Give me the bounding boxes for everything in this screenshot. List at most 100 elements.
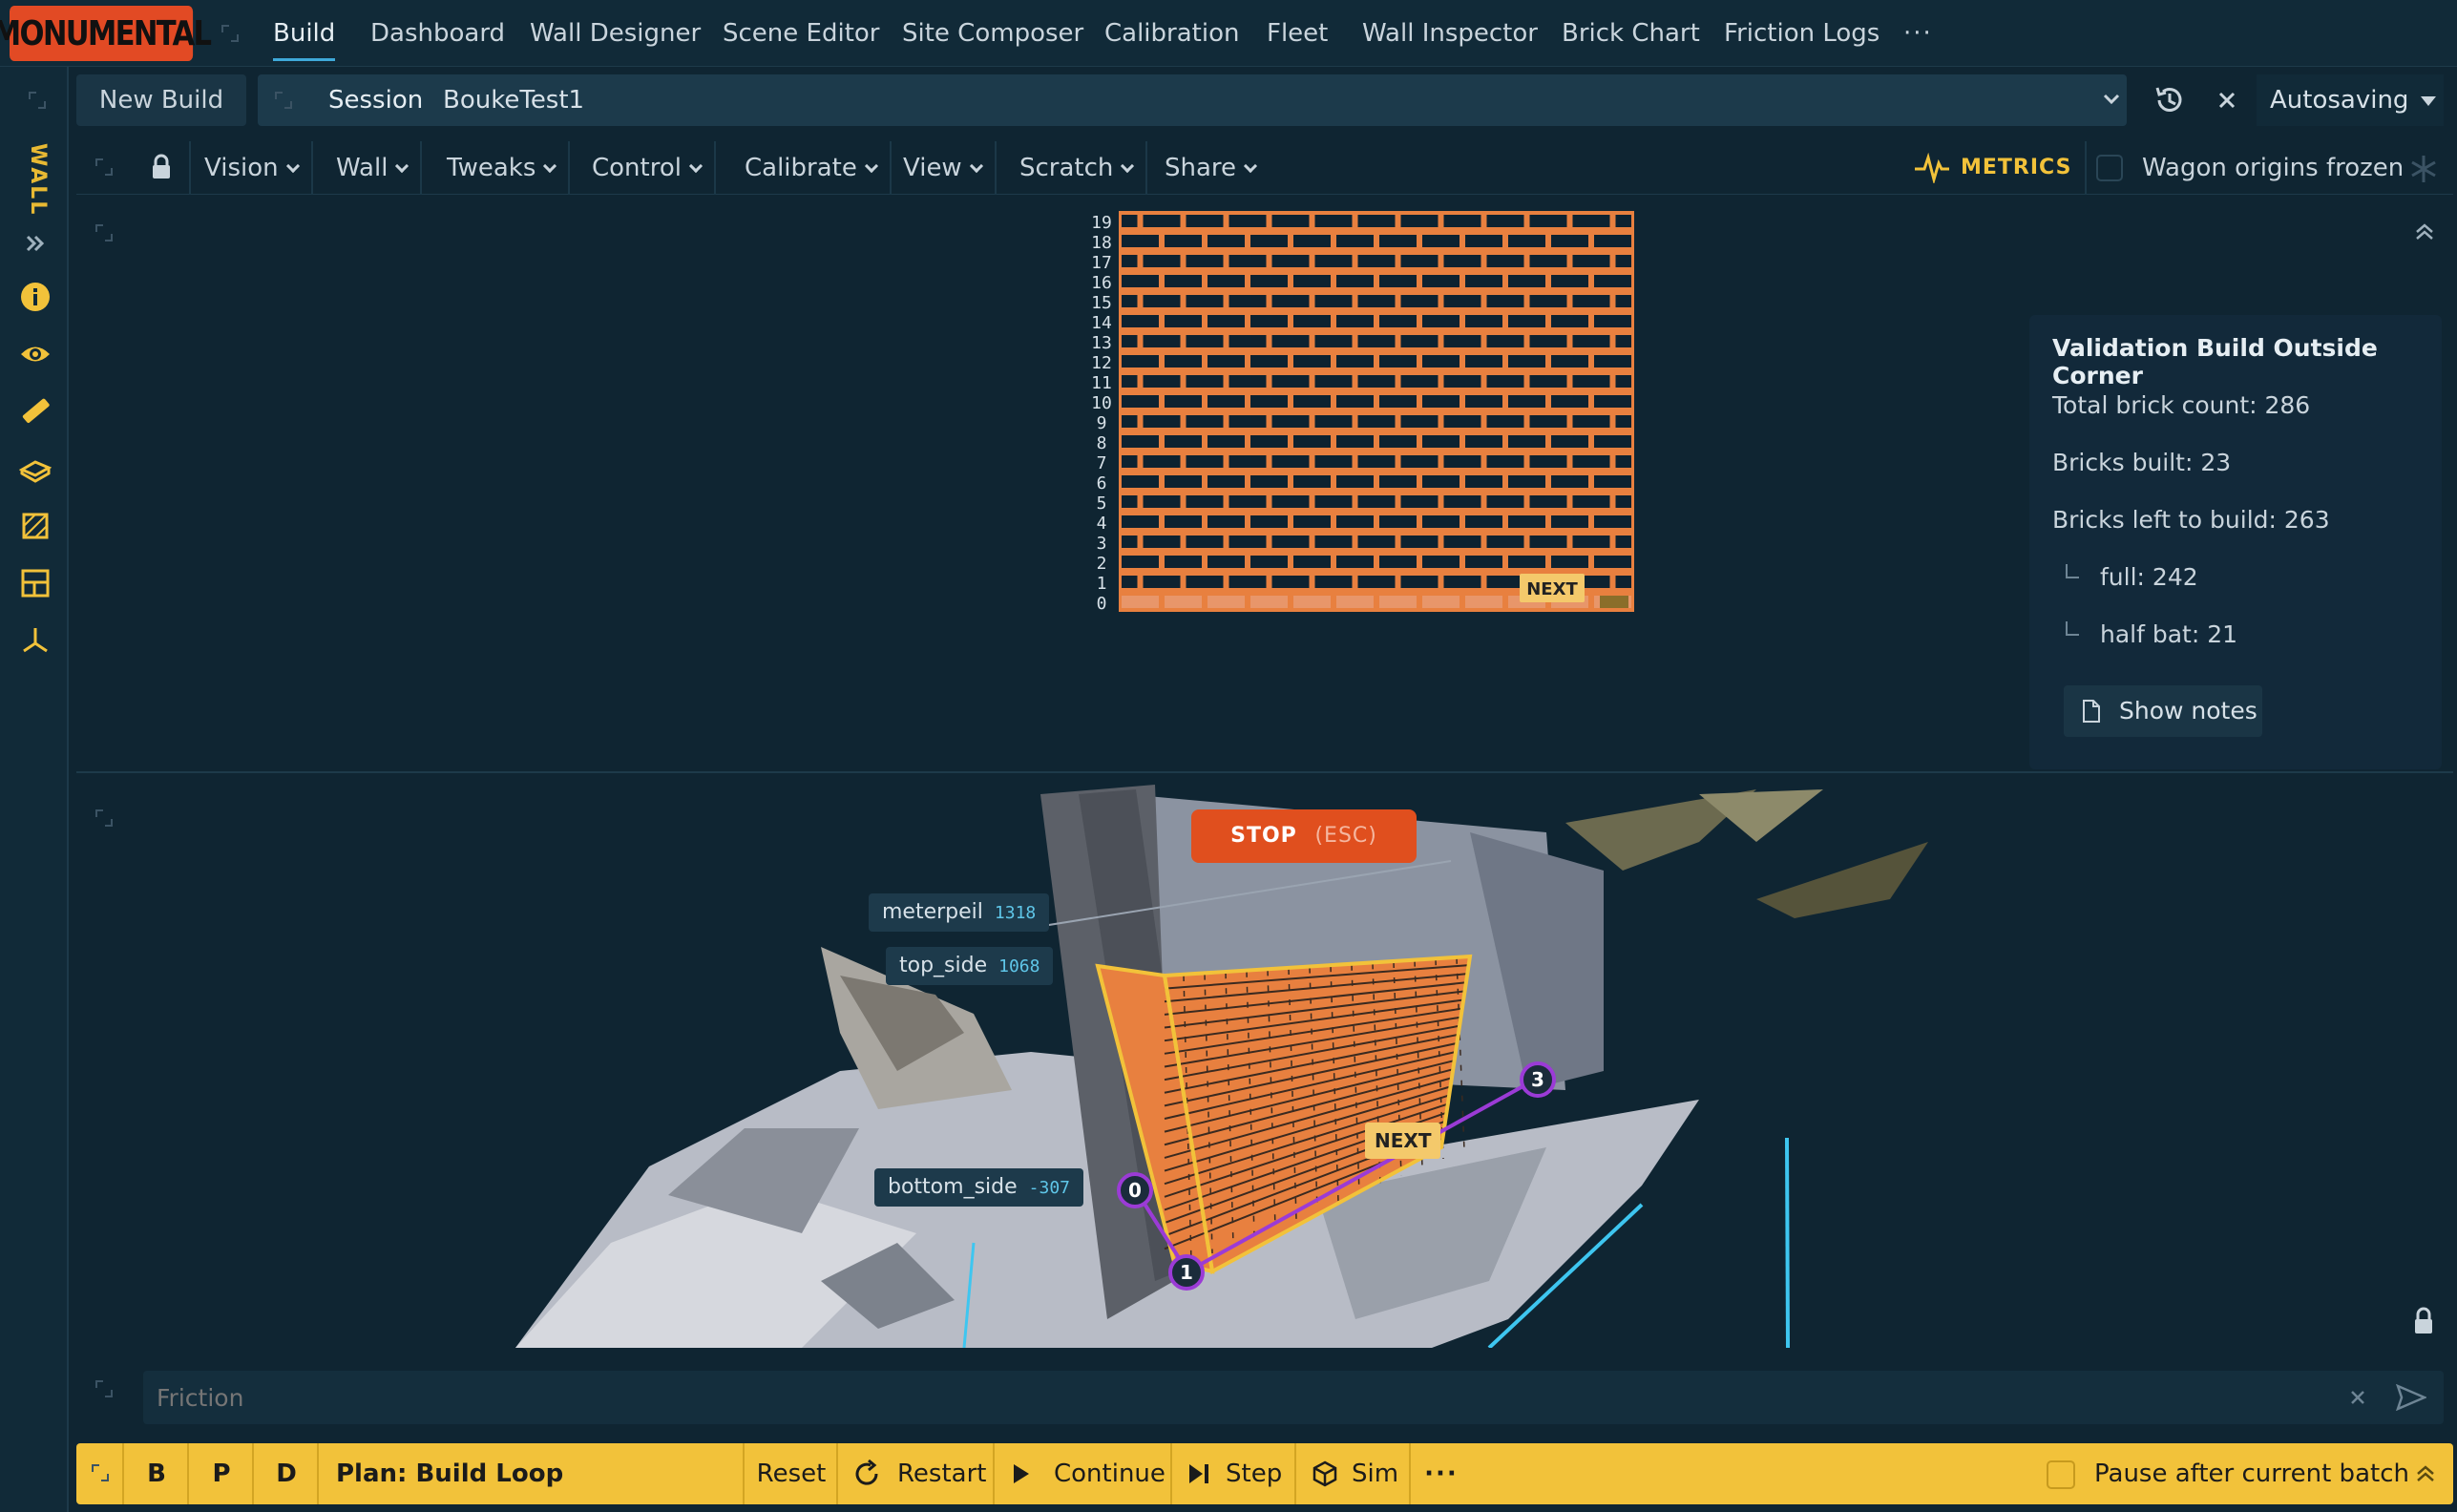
chevron-down-icon (1243, 158, 1258, 174)
drag-handle-icon[interactable] (27, 90, 48, 111)
corner-marker-1[interactable]: 1 (1168, 1254, 1205, 1291)
row-label: 0 (1097, 594, 1107, 614)
scene-viewport[interactable]: meterpeil 1318 top_side 1068 bottom_side -3… (76, 785, 2453, 1348)
axes-icon[interactable] (19, 624, 52, 657)
restart-icon (855, 1459, 878, 1485)
hatched-area-icon[interactable] (19, 510, 52, 542)
bottom-drag-area[interactable] (76, 1443, 124, 1504)
menu-calibrate-label: Calibrate (745, 154, 857, 182)
scene-canvas[interactable] (76, 785, 2453, 1348)
brick (1228, 495, 1267, 508)
session-selector[interactable]: Session BoukeTest1 (258, 74, 2127, 126)
eye-icon[interactable] (19, 338, 52, 370)
brick (1572, 295, 1610, 307)
menu-wall-label: Wall (336, 154, 388, 182)
p-button[interactable]: P (191, 1443, 254, 1504)
tab-wall-designer[interactable]: Wall Designer (530, 0, 701, 61)
brick (1443, 375, 1481, 388)
drag-handle-icon[interactable] (94, 157, 115, 178)
brick (1228, 455, 1267, 468)
tab-friction-logs[interactable]: Friction Logs (1724, 0, 1880, 61)
brick (1400, 255, 1438, 267)
corner-marker-0[interactable]: 0 (1117, 1172, 1153, 1208)
brick (1443, 215, 1481, 227)
tab-fleet[interactable]: Fleet (1267, 0, 1328, 61)
brick (1122, 355, 1159, 368)
brick (1122, 515, 1159, 528)
drag-handle-icon[interactable] (220, 23, 241, 44)
d-button[interactable]: D (256, 1443, 319, 1504)
more-tabs-icon[interactable]: ··· (1903, 0, 1933, 61)
expand-icon[interactable] (19, 227, 52, 260)
menu-tweaks[interactable]: Tweaks (447, 141, 571, 195)
b-button[interactable]: B (126, 1443, 189, 1504)
show-notes-button[interactable]: Show notes (2064, 685, 2262, 737)
drag-handle-icon[interactable] (94, 222, 115, 243)
brick-icon[interactable] (19, 452, 52, 485)
snowflake-icon[interactable] (2407, 153, 2440, 185)
brick (1594, 235, 1631, 247)
more-actions-button[interactable]: ··· (1413, 1443, 1470, 1504)
brick (1293, 556, 1331, 568)
close-icon[interactable] (2215, 88, 2239, 113)
wagon-frozen-checkbox[interactable] (2096, 155, 2123, 181)
brick (1293, 435, 1331, 448)
show-notes-label: Show notes (2119, 697, 2258, 724)
chevron-down-icon[interactable] (2102, 92, 2121, 109)
divider (189, 141, 191, 195)
menu-wall[interactable]: Wall (336, 141, 423, 195)
layout-icon[interactable] (19, 567, 52, 599)
stop-button[interactable]: STOP (ESC) (1191, 809, 1417, 863)
menu-share[interactable]: Share (1165, 141, 1269, 195)
menu-scratch[interactable]: Scratch (1019, 141, 1148, 195)
collapse-up-icon[interactable] (2413, 222, 2436, 242)
tab-scene-editor[interactable]: Scene Editor (723, 0, 879, 61)
pause-after-batch-checkbox[interactable] (2047, 1460, 2075, 1489)
brick-chart[interactable]: 19 18 17 16 15 14 13 12 11 10 9 8 7 6 5 4 3 2 1 0 NEXT (1002, 205, 1690, 616)
lock-icon[interactable] (149, 153, 174, 181)
history-icon[interactable] (2152, 82, 2188, 118)
tab-wall-inspector[interactable]: Wall Inspector (1362, 0, 1538, 61)
metrics-button[interactable]: METRICS (1913, 141, 2071, 195)
reset-button[interactable]: Reset (746, 1443, 838, 1504)
brick (1293, 515, 1331, 528)
new-build-button[interactable]: New Build (76, 74, 246, 126)
tab-dashboard[interactable]: Dashboard (370, 0, 505, 61)
bricks-left: Bricks left to build: 263 (2052, 506, 2330, 534)
lock-icon[interactable] (2411, 1306, 2436, 1336)
friction-input[interactable] (157, 1378, 2257, 1417)
drag-handle-icon[interactable] (90, 1462, 111, 1483)
menu-vision[interactable]: Vision (204, 141, 313, 195)
step-button[interactable]: Step (1174, 1443, 1296, 1504)
continue-button[interactable]: Continue (997, 1443, 1172, 1504)
drag-handle-icon[interactable] (94, 1378, 115, 1399)
tab-brick-chart[interactable]: Brick Chart (1562, 0, 1700, 61)
info-icon[interactable] (19, 281, 52, 313)
send-icon[interactable] (2396, 1384, 2426, 1411)
pause-after-batch-label: Pause after current batch (2094, 1460, 2409, 1488)
brick-chart-svg[interactable]: 191817161514131211109876543210NEXT (1002, 205, 1690, 616)
plan-label[interactable]: Plan: Build Loop (321, 1443, 745, 1504)
menu-view[interactable]: View (903, 141, 997, 195)
brick (1422, 596, 1460, 608)
ruler-icon[interactable] (19, 395, 52, 428)
top-side-tag[interactable]: top_side 1068 (886, 947, 1054, 985)
tab-build[interactable]: Build (273, 0, 336, 61)
meterpeil-tag[interactable]: meterpeil 1318 (869, 893, 1050, 932)
menu-calibrate[interactable]: Calibrate (745, 141, 892, 195)
menu-control[interactable]: Control (592, 141, 716, 195)
tab-site-composer[interactable]: Site Composer (902, 0, 1083, 61)
clear-icon[interactable] (2348, 1388, 2367, 1407)
brick (1529, 255, 1567, 267)
tab-calibration[interactable]: Calibration (1104, 0, 1239, 61)
drag-handle-icon[interactable] (273, 90, 294, 111)
brick (1529, 295, 1567, 307)
sim-button[interactable]: Sim (1298, 1443, 1411, 1504)
autosave-dropdown[interactable]: Autosaving (2257, 74, 2444, 126)
collapse-up-icon[interactable] (2415, 1464, 2436, 1483)
bottom-side-tag[interactable]: bottom_side -307 (874, 1168, 1084, 1207)
row-label: 6 (1097, 473, 1107, 494)
restart-button[interactable]: Restart (840, 1443, 995, 1504)
corner-marker-3[interactable]: 3 (1520, 1061, 1556, 1098)
friction-input-box[interactable] (143, 1371, 2444, 1424)
